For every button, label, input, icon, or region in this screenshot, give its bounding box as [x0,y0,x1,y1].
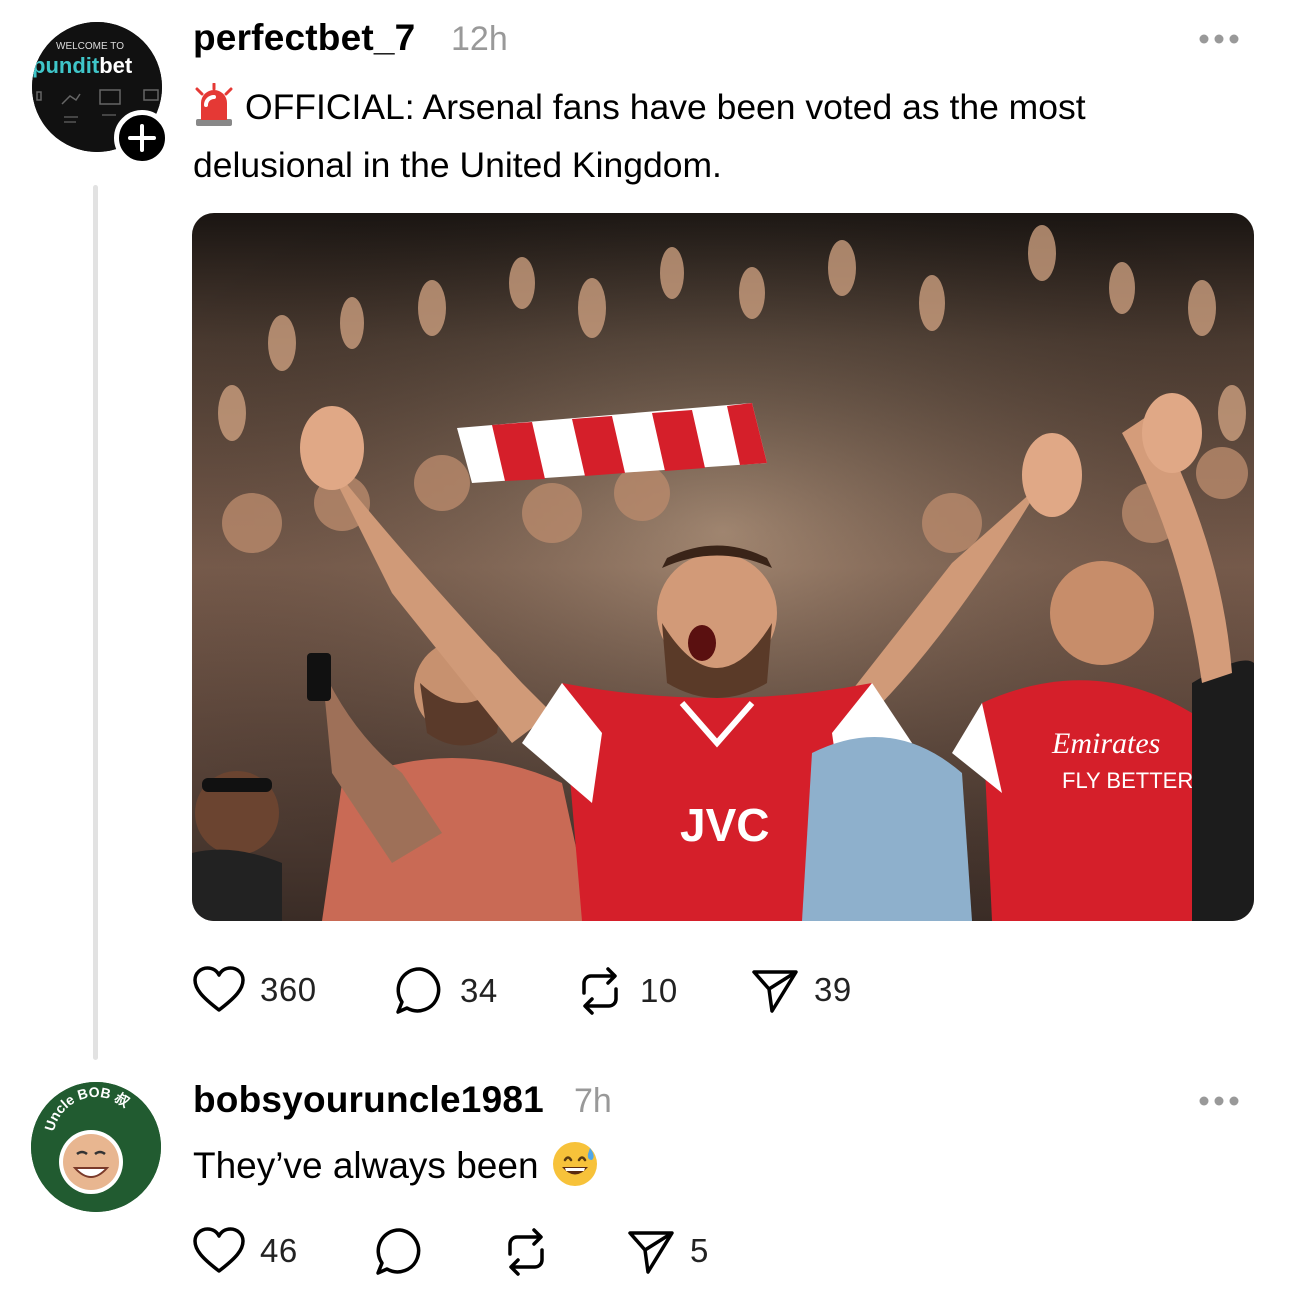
stadium-crowd-image: JVC Emirates FLY BETTER [192,213,1254,921]
repost-icon [582,967,618,1015]
send-icon [628,1231,674,1274]
reply-text-block: They’ve always been [193,1140,599,1188]
more-icon [1199,1096,1239,1106]
repost-count: 10 [640,972,678,1009]
send-icon [752,970,798,1013]
reply-text: They’ve always been [193,1145,539,1186]
grinning-sweat-emoji [552,1142,597,1186]
reply-like-button[interactable]: 46 [192,1226,298,1276]
like-button[interactable]: 360 [192,965,317,1015]
reply-username[interactable]: bobsyouruncle1981 [193,1079,544,1121]
more-icon [1199,34,1239,44]
jersey-text: JVC [680,799,769,851]
reply-time: 7h [574,1082,612,1120]
svg-text:punditbet: punditbet [32,53,133,78]
reply-repost-button[interactable] [500,1226,552,1278]
avatar-brand-part2: bet [99,53,133,78]
share-count: 39 [814,971,852,1008]
reply-button[interactable]: 34 [394,965,498,1017]
sponsor-text-2: FLY BETTER [1062,768,1193,793]
reply-count: 34 [460,972,498,1009]
repost-icon [508,1228,544,1276]
like-count: 360 [260,971,317,1008]
post-username[interactable]: perfectbet_7 [193,17,415,59]
share-button[interactable]: 39 [750,965,852,1015]
reply-share-count: 5 [690,1232,709,1269]
reply-like-count: 46 [260,1232,298,1269]
avatar-brand-part1: pundit [32,53,100,78]
comment-icon [376,1228,421,1275]
avatar-welcome-text: WELCOME TO [56,41,124,52]
post-image[interactable]: JVC Emirates FLY BETTER [192,213,1254,921]
repost-button[interactable]: 10 [574,965,678,1017]
heart-icon [193,966,245,1012]
post-time: 12h [451,20,508,58]
reply-comment-button[interactable] [374,1226,426,1278]
post-more-button[interactable] [1196,26,1246,52]
heart-icon [193,1227,245,1273]
plus-icon [128,124,156,152]
thread-line [93,185,98,1060]
police-siren-emoji [195,83,233,126]
reply-share-button[interactable]: 5 [626,1226,709,1276]
post-text: OFFICIAL: Arsenal fans have been voted a… [193,87,1086,185]
comment-icon [396,967,441,1014]
reply-more-button[interactable] [1196,1088,1246,1114]
sponsor-text-1: Emirates [1051,727,1160,760]
post-text-block: OFFICIAL: Arsenal fans have been voted a… [193,78,1233,194]
reply-author-avatar[interactable]: Uncle BOB 叔 [31,1082,161,1212]
follow-button[interactable] [114,110,170,166]
uncle-bob-avatar: Uncle BOB 叔 [31,1082,161,1212]
